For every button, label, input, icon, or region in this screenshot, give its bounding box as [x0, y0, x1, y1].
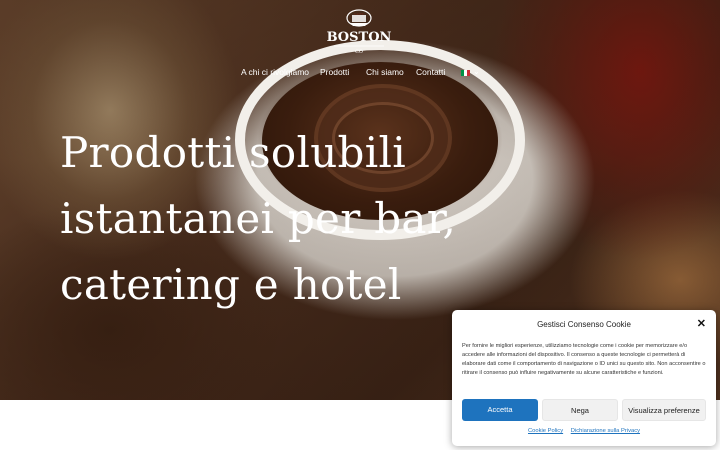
accept-button[interactable]: Accetta: [462, 399, 538, 421]
logo-brand-text: BOSTON: [327, 30, 392, 45]
privacy-statement-link[interactable]: Dichiarazione sulla Privacy: [571, 428, 640, 434]
site-logo[interactable]: CAFFE BOSTON CO: [326, 8, 392, 56]
boston-logo-icon: CAFFE BOSTON CO: [327, 9, 392, 55]
headline-line-3: catering e hotel: [60, 260, 402, 309]
cookie-policy-link[interactable]: Cookie Policy: [528, 428, 563, 434]
logo-small-text: CAFFE: [354, 12, 364, 16]
italy-flag-icon[interactable]: [461, 70, 470, 76]
logo-sub-text: CO: [355, 49, 363, 55]
cookie-consent-banner: Gestisci Consenso Cookie ✕ Per fornire l…: [452, 310, 716, 446]
nav-item-a-chi-ci-rivolgiamo[interactable]: A chi ci rivolgiamo: [241, 67, 309, 77]
deny-button[interactable]: Nega: [542, 399, 618, 421]
headline-line-2: istantanei per bar,: [60, 194, 457, 243]
nav-item-prodotti[interactable]: Prodotti: [320, 67, 349, 77]
hero-headline: Prodotti solubili istantanei per bar, ca…: [60, 120, 456, 318]
cookie-banner-text: Per fornire le migliori esperienze, util…: [462, 343, 706, 376]
nav-item-contatti[interactable]: Contatti: [416, 67, 445, 77]
view-preferences-button[interactable]: Visualizza preferenze: [622, 399, 706, 421]
main-navigation: A chi ci rivolgiamo Prodotti Chi siamo C…: [0, 67, 720, 83]
headline-line-1: Prodotti solubili: [60, 128, 406, 177]
close-icon[interactable]: ✕: [697, 317, 706, 330]
chevron-down-icon[interactable]: ⌄: [473, 67, 480, 76]
cookie-banner-links: Cookie Policy Dichiarazione sulla Privac…: [452, 428, 716, 434]
flag-red-stripe: [467, 70, 470, 76]
nav-item-chi-siamo[interactable]: Chi siamo: [366, 67, 404, 77]
cookie-banner-title: Gestisci Consenso Cookie: [537, 320, 631, 329]
